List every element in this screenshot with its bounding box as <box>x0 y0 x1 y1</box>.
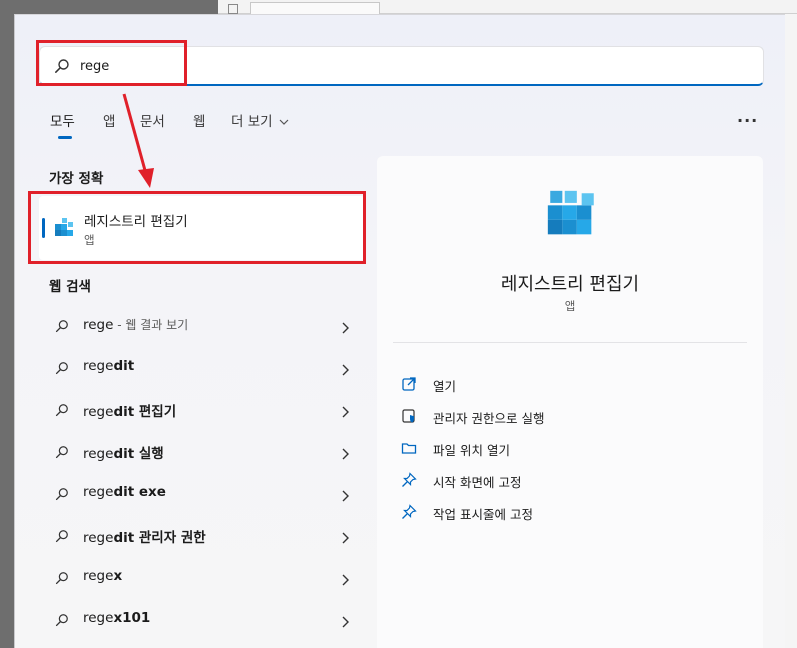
web-result-text: rege - 웹 결과 보기 <box>83 316 188 333</box>
active-tab-indicator <box>58 136 72 139</box>
suggestion-part: x <box>113 568 123 584</box>
result-suffix: - 웹 결과 보기 <box>113 318 189 332</box>
folder-icon <box>401 440 417 460</box>
query-part: rege <box>83 484 114 500</box>
action-label: 작업 표시줄에 고정 <box>433 507 533 522</box>
search-icon <box>55 570 69 589</box>
window-icon <box>228 4 238 14</box>
action-label: 관리자 권한으로 실행 <box>433 411 545 426</box>
search-icon <box>55 612 69 631</box>
tab-web[interactable]: 웹 <box>193 110 205 130</box>
background-window-titlebar <box>218 0 797 16</box>
annotation-arrow <box>122 93 154 188</box>
best-match-heading: 가장 정확 <box>49 171 104 187</box>
search-icon <box>55 528 69 547</box>
search-icon <box>55 444 69 463</box>
search-highlight-box <box>36 40 187 86</box>
web-result-text: regex <box>83 568 122 584</box>
query-part: rege <box>83 568 114 584</box>
pin-icon <box>401 472 417 492</box>
result-highlight-box <box>28 191 366 264</box>
web-result-item[interactable]: regex <box>45 562 365 592</box>
web-result-item[interactable]: regedit <box>45 352 365 382</box>
pin-icon <box>401 504 417 524</box>
web-result-item[interactable]: regedit exe <box>45 478 365 508</box>
web-result-text: regedit 편집기 <box>83 400 176 420</box>
suggestion-part: dit 편집기 <box>113 404 177 420</box>
search-icon <box>55 318 69 337</box>
more-options-button[interactable]: ··· <box>737 111 758 130</box>
web-result-text: regedit 관리자 권한 <box>83 526 206 546</box>
background-window-edge <box>785 14 797 648</box>
web-result-item[interactable]: rege - 웹 결과 보기 <box>45 310 365 340</box>
detail-app-type: 앱 <box>564 299 576 313</box>
suggestion-part: dit exe <box>113 484 166 500</box>
web-result-text: regex101 <box>83 610 150 626</box>
chevron-right-icon <box>341 571 349 590</box>
web-result-text: regedit exe <box>83 484 166 500</box>
chevron-right-icon <box>341 361 349 380</box>
shield-icon <box>401 408 417 428</box>
app-detail-pane: 레지스트리 편집기 앱 열기 관리자 권한으로 실행 파일 위치 열기 시작 화… <box>377 156 763 648</box>
chevron-down-icon <box>279 119 289 125</box>
chevron-right-icon <box>341 319 349 338</box>
tab-more[interactable]: 더 보기 <box>231 110 289 130</box>
query-part: rege <box>83 530 114 546</box>
query-part: rege <box>83 358 114 374</box>
open-file-location-action[interactable]: 파일 위치 열기 <box>401 435 741 461</box>
web-result-item[interactable]: regedit 실행 <box>45 436 365 466</box>
tab-all[interactable]: 모두 <box>50 110 75 130</box>
search-icon <box>55 360 69 379</box>
open-icon <box>401 376 417 396</box>
pin-to-taskbar-action[interactable]: 작업 표시줄에 고정 <box>401 499 741 525</box>
web-search-heading: 웹 검색 <box>49 279 91 295</box>
web-result-text: regedit <box>83 358 134 374</box>
pin-to-start-action[interactable]: 시작 화면에 고정 <box>401 467 741 493</box>
web-result-item[interactable]: regex101 <box>45 604 365 634</box>
chevron-right-icon <box>341 529 349 548</box>
search-icon <box>55 486 69 505</box>
open-action[interactable]: 열기 <box>401 371 741 397</box>
suggestion-part: dit <box>113 358 135 374</box>
query-part: rege <box>83 446 114 462</box>
registry-editor-icon <box>543 186 601 248</box>
query-part: rege <box>83 404 114 420</box>
run-as-admin-action[interactable]: 관리자 권한으로 실행 <box>401 403 741 429</box>
suggestion-part: dit 실행 <box>113 446 164 462</box>
action-label: 열기 <box>433 379 457 394</box>
web-result-item[interactable]: regedit 편집기 <box>45 394 365 424</box>
chevron-right-icon <box>341 445 349 464</box>
web-result-item[interactable]: regedit 관리자 권한 <box>45 520 365 550</box>
query-part: rege <box>83 317 114 333</box>
detail-app-title: 레지스트리 편집기 <box>500 274 640 295</box>
divider <box>393 342 747 343</box>
action-label: 시작 화면에 고정 <box>433 475 522 490</box>
suggestion-part: dit 관리자 권한 <box>113 530 206 546</box>
chevron-right-icon <box>341 487 349 506</box>
suggestion-part: x101 <box>113 610 151 626</box>
query-part: rege <box>83 610 114 626</box>
search-icon <box>55 402 69 421</box>
chevron-right-icon <box>341 403 349 422</box>
web-result-text: regedit 실행 <box>83 442 164 462</box>
action-label: 파일 위치 열기 <box>433 443 510 458</box>
chevron-right-icon <box>341 613 349 632</box>
tab-more-label: 더 보기 <box>231 114 273 130</box>
